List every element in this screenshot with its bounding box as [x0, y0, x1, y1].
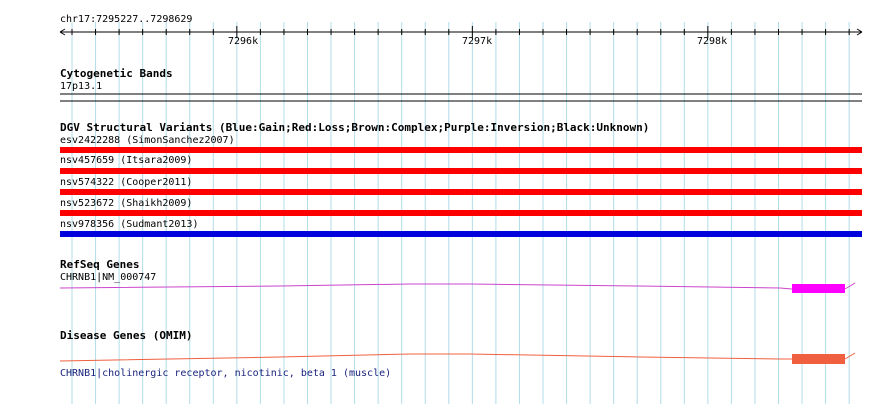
- dgv-variant-label[interactable]: esv2422288 (SimonSanchez2007): [60, 135, 235, 147]
- dgv-variant-label[interactable]: nsv978356 (Sudmant2013): [60, 219, 198, 231]
- omim-exon: [792, 354, 845, 364]
- ruler: [59, 26, 863, 38]
- ruler-tick-label-3: 7298k: [697, 36, 728, 47]
- refseq-intron-line: [59, 283, 793, 290]
- ruler-tick-label-2: 7297k: [462, 36, 493, 47]
- refseq-gene-label[interactable]: CHRNB1|NM_000747: [60, 272, 156, 284]
- refseq-intron-tail: [844, 282, 856, 290]
- refseq-gene-glyph[interactable]: [59, 282, 856, 293]
- omim-intron-line: [59, 353, 792, 362]
- refseq-track-title[interactable]: RefSeq Genes: [60, 259, 139, 271]
- dgv-variant-bar[interactable]: [60, 189, 862, 195]
- ruler-range-label: chr17:7295227..7298629: [60, 14, 193, 25]
- dgv-variant-label[interactable]: nsv574322 (Cooper2011): [60, 177, 192, 189]
- dgv-variant-bar[interactable]: [60, 231, 862, 237]
- dgv-variant-label[interactable]: nsv457659 (Itsara2009): [60, 155, 192, 167]
- ruler-tick-label-1: 7296k: [228, 36, 259, 47]
- dgv-track-title[interactable]: DGV Structural Variants (Blue:Gain;Red:L…: [60, 122, 649, 134]
- refseq-exon: [792, 284, 845, 293]
- dgv-variant-bar[interactable]: [60, 147, 862, 153]
- omim-gene-label[interactable]: CHRNB1|cholinergic receptor, nicotinic, …: [60, 368, 391, 380]
- cytoband-label: 17p13.1: [60, 81, 103, 92]
- omim-intron-tail: [844, 352, 856, 360]
- dgv-variant-label[interactable]: nsv523672 (Shaikh2009): [60, 198, 192, 210]
- omim-track-title[interactable]: Disease Genes (OMIM): [60, 330, 192, 342]
- cytoband-track-title[interactable]: Cytogenetic Bands: [60, 68, 173, 80]
- dgv-variant-bar[interactable]: [60, 210, 862, 216]
- omim-gene-glyph[interactable]: [59, 352, 856, 364]
- dgv-variant-bar[interactable]: [60, 168, 862, 174]
